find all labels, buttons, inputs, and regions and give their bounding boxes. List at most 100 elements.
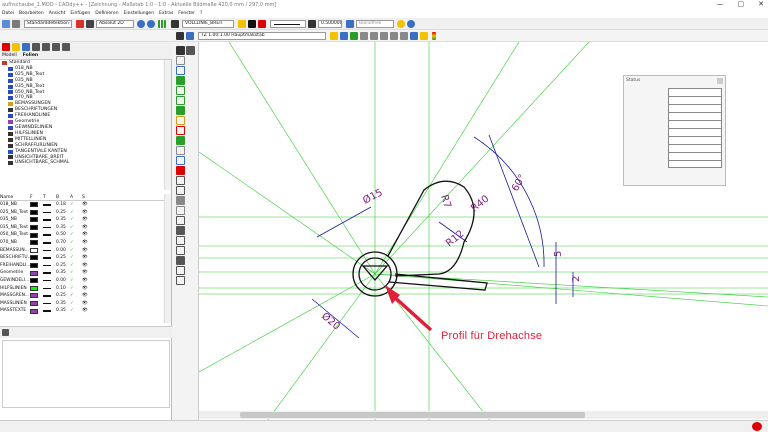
eye-icon[interactable]: 👁: [82, 285, 92, 293]
line-type-swatch[interactable]: [43, 264, 51, 267]
drawing-tool-icon[interactable]: [176, 176, 185, 185]
layer-color-swatch[interactable]: [30, 308, 38, 314]
table-row[interactable]: 035_NB 0.35 ✓ 👁: [0, 216, 164, 224]
menu-help[interactable]: ?: [200, 10, 202, 18]
eye-icon[interactable]: 👁: [82, 201, 92, 209]
eye-icon[interactable]: 👁: [82, 231, 92, 239]
check-icon[interactable]: ✓: [70, 201, 82, 209]
eye-icon[interactable]: 👁: [82, 224, 92, 232]
line-type-swatch[interactable]: [43, 249, 51, 252]
layer-color-swatch[interactable]: [30, 225, 38, 231]
line-width-cell[interactable]: 0.35: [56, 269, 70, 277]
drawing-tool-icon[interactable]: [176, 256, 185, 265]
check-icon[interactable]: ✓: [70, 300, 82, 308]
table-row[interactable]: 035_NB_Text 0.35 ✓ 👁: [0, 224, 164, 232]
table-row[interactable]: 050_NB_Text 0.50 ✓ 👁: [0, 231, 164, 239]
layer-color-swatch[interactable]: [30, 278, 38, 284]
menu-settings[interactable]: Einstellungen: [124, 10, 155, 18]
maximize-button[interactable]: ▢: [738, 0, 745, 10]
table-row[interactable]: 070_NB 0.70 ✓ 👁: [0, 239, 164, 247]
line-width-cell[interactable]: 0.25: [56, 292, 70, 300]
props-scrollbar[interactable]: [164, 194, 171, 323]
line-width-cell[interactable]: 0.25: [56, 262, 70, 270]
layer-color-swatch[interactable]: [30, 240, 38, 246]
menu-view[interactable]: Ansicht: [49, 10, 66, 18]
line-width-cell[interactable]: 0.00: [56, 277, 70, 285]
line-type-swatch[interactable]: [43, 211, 51, 214]
pin-icon[interactable]: [2, 329, 9, 336]
line-width-input[interactable]: 0.500000: [318, 20, 342, 28]
eye-icon[interactable]: 👁: [82, 254, 92, 262]
check-icon[interactable]: ✓: [70, 247, 82, 255]
menu-define[interactable]: Definieren: [95, 10, 118, 18]
view-prev-icon[interactable]: [390, 32, 398, 40]
table-row[interactable]: HILFSLINIEN 0.10 ✓ 👁: [0, 285, 164, 293]
menu-insert[interactable]: Einfügen: [70, 10, 90, 18]
menu-extras[interactable]: Extras: [159, 10, 173, 18]
redraw-icon[interactable]: [380, 32, 388, 40]
drawing-tool-icon[interactable]: [176, 196, 185, 205]
line-type-swatch[interactable]: [43, 242, 51, 244]
menu-window[interactable]: Fenster: [178, 10, 195, 18]
table-row[interactable]: FREIHANDLI... 0.25 ✓ 👁: [0, 262, 164, 270]
layer-color-swatch[interactable]: [30, 232, 38, 238]
line-type-swatch[interactable]: [43, 310, 51, 312]
layer-icon[interactable]: [186, 32, 194, 40]
scrollbar-thumb[interactable]: [240, 412, 585, 418]
drawing-tool-icon[interactable]: [176, 186, 185, 195]
drawing-tool-icon[interactable]: [176, 276, 185, 285]
drawing-tool-icon[interactable]: [186, 46, 195, 55]
layer-tree-item[interactable]: UNSICHTBARE_SCHMAL: [2, 160, 164, 166]
help-icon[interactable]: [407, 20, 415, 28]
line-type-swatch[interactable]: [43, 287, 51, 290]
layer-stack-icon[interactable]: [346, 20, 354, 28]
line-width-cell[interactable]: 0.18: [56, 201, 70, 209]
col-width[interactable]: B: [56, 194, 70, 200]
minimize-button[interactable]: —: [717, 0, 724, 10]
layer-move-icon[interactable]: [22, 43, 30, 51]
check-icon[interactable]: ✓: [70, 231, 82, 239]
line-width-icon[interactable]: [308, 20, 316, 28]
undo-icon[interactable]: [137, 20, 145, 28]
layer-color-swatch[interactable]: [30, 285, 38, 291]
col-color[interactable]: F: [30, 194, 43, 200]
menu-edit[interactable]: Bearbeiten: [19, 10, 44, 18]
zoom-window-icon[interactable]: [330, 32, 338, 40]
line-style-icon[interactable]: [171, 20, 179, 28]
line-width-cell[interactable]: 0.35: [56, 224, 70, 232]
eye-icon[interactable]: 👁: [82, 269, 92, 277]
highlight-icon[interactable]: [420, 32, 428, 40]
grid-icon[interactable]: [158, 20, 166, 28]
drawing-tool-icon[interactable]: [176, 246, 185, 255]
lightbulb-icon[interactable]: [397, 20, 405, 28]
view-3d-icon[interactable]: [410, 32, 418, 40]
tree-scrollbar[interactable]: [164, 60, 171, 190]
eye-icon[interactable]: 👁: [82, 277, 92, 285]
line-width-cell[interactable]: 0.25: [56, 254, 70, 262]
snap-icon[interactable]: [76, 20, 84, 28]
check-icon[interactable]: ✓: [70, 307, 82, 315]
table-row[interactable]: BEMASSUN... 0.00 ✓ 👁: [0, 247, 164, 255]
status-panel-close-icon[interactable]: [717, 78, 723, 84]
eye-icon[interactable]: 👁: [82, 262, 92, 270]
check-icon[interactable]: ✓: [70, 254, 82, 262]
drawing-tool-icon[interactable]: [176, 66, 185, 75]
menu-file[interactable]: Datei: [2, 10, 14, 18]
layer-props-icon[interactable]: [12, 43, 20, 51]
line-type-swatch[interactable]: [43, 302, 51, 305]
target-icon[interactable]: [86, 20, 94, 28]
close-button[interactable]: ✕: [758, 0, 764, 10]
table-row[interactable]: Geometrie 0.35 ✓ 👁: [0, 269, 164, 277]
check-icon[interactable]: ✓: [70, 216, 82, 224]
col-visible[interactable]: S: [82, 194, 92, 200]
line-type-swatch[interactable]: [43, 226, 51, 229]
layer-edit-icon[interactable]: [32, 43, 40, 51]
line-width-cell[interactable]: 0.50: [56, 231, 70, 239]
check-icon[interactable]: ✓: [70, 239, 82, 247]
layer-color-swatch[interactable]: [30, 209, 38, 215]
save-icon[interactable]: [12, 20, 20, 28]
line-type-swatch[interactable]: [43, 234, 51, 236]
layer-visibility-icon[interactable]: [238, 20, 246, 28]
table-row[interactable]: BESCHRIFTU... 0.25 ✓ 👁: [0, 254, 164, 262]
layer-color-swatch[interactable]: [30, 293, 38, 299]
